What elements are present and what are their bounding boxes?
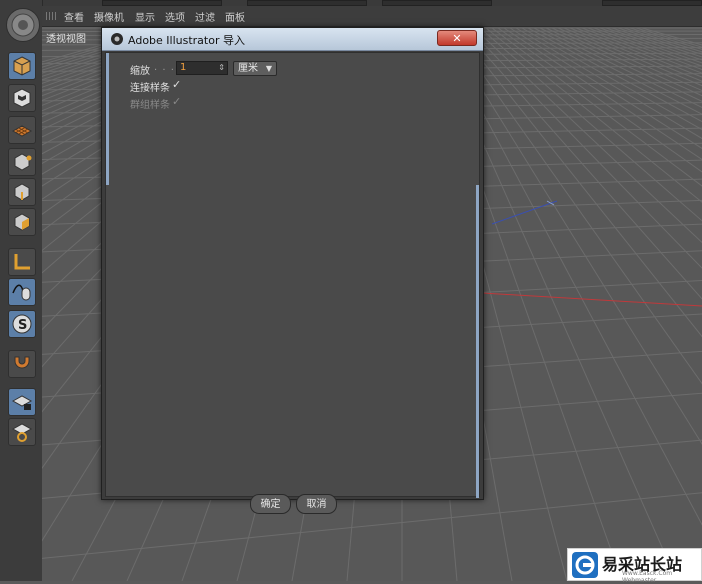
dialog-title: Adobe Illustrator 导入	[128, 32, 245, 48]
cancel-button[interactable]: 取消	[296, 494, 337, 514]
workplane-axis-icon[interactable]	[8, 418, 36, 446]
watermark-url: Www.Easck.Com Webmaster	[622, 570, 701, 584]
unit-select[interactable]: 厘米 ▼	[233, 61, 277, 76]
tweak-mode-mouse-icon[interactable]	[8, 278, 36, 306]
polygons-mode-icon[interactable]	[8, 208, 36, 236]
menu-display[interactable]: 显示	[135, 9, 155, 24]
connect-splines-checkbox[interactable]: ✓	[172, 78, 181, 91]
ok-button[interactable]: 确定	[250, 494, 291, 514]
chevron-down-icon: ▼	[266, 62, 272, 75]
scale-label: 缩放	[130, 62, 150, 77]
axis-mode-icon[interactable]	[8, 248, 36, 276]
right-scroll-indicator	[476, 185, 479, 498]
menu-camera[interactable]: 摄像机	[94, 9, 124, 24]
snapping-s-icon[interactable]: S	[8, 310, 36, 338]
z-axis-line	[492, 201, 557, 224]
dialog-title-bar[interactable]: Adobe Illustrator 导入 ✕	[102, 28, 483, 51]
left-scroll-indicator	[106, 53, 109, 185]
scale-input[interactable]: 1 ⇕	[176, 61, 228, 75]
watermark: 易采站长站 Www.Easck.Com Webmaster	[567, 548, 702, 581]
texture-mode-checker-icon[interactable]	[8, 84, 36, 112]
watermark-logo-icon	[572, 552, 598, 578]
group-splines-checkbox: ✓	[172, 95, 181, 108]
group-splines-label: 群组样条	[130, 96, 170, 111]
locked-workplane-icon[interactable]	[8, 388, 36, 416]
scale-value: 1	[180, 62, 186, 73]
spinner-arrows-icon[interactable]: ⇕	[218, 62, 225, 74]
viewport-menubar: 查看 摄像机 显示 选项 过滤 面板	[42, 6, 702, 27]
svg-text:S: S	[18, 318, 27, 333]
cinema4d-app-icon	[110, 32, 124, 46]
close-button[interactable]: ✕	[437, 30, 477, 46]
model-mode-cube-icon[interactable]	[8, 52, 36, 80]
menu-filter[interactable]: 过滤	[195, 9, 215, 24]
menu-view[interactable]: 查看	[64, 9, 84, 24]
menu-options[interactable]: 选项	[165, 9, 185, 24]
connect-splines-label: 连接样条	[130, 79, 170, 94]
illustrator-import-dialog: Adobe Illustrator 导入 ✕ 缩放 . . . . 1 ⇕ 厘米…	[101, 27, 484, 500]
left-toolbar: S	[0, 0, 43, 581]
workplane-grid-icon[interactable]	[8, 116, 36, 144]
edges-mode-icon[interactable]	[8, 178, 36, 206]
viewport-label: 透视视图	[46, 30, 86, 45]
cinema4d-logo-icon[interactable]	[6, 8, 40, 42]
magnet-icon[interactable]	[8, 350, 36, 378]
unit-value: 厘米	[238, 63, 258, 74]
menubar-grip-icon[interactable]	[46, 12, 58, 20]
points-mode-icon[interactable]	[8, 148, 36, 176]
menu-panel[interactable]: 面板	[225, 9, 245, 24]
dialog-body: 缩放 . . . . 1 ⇕ 厘米 ▼ 连接样条 ✓ 群组样条 ✓ 确定 取消	[105, 52, 480, 497]
